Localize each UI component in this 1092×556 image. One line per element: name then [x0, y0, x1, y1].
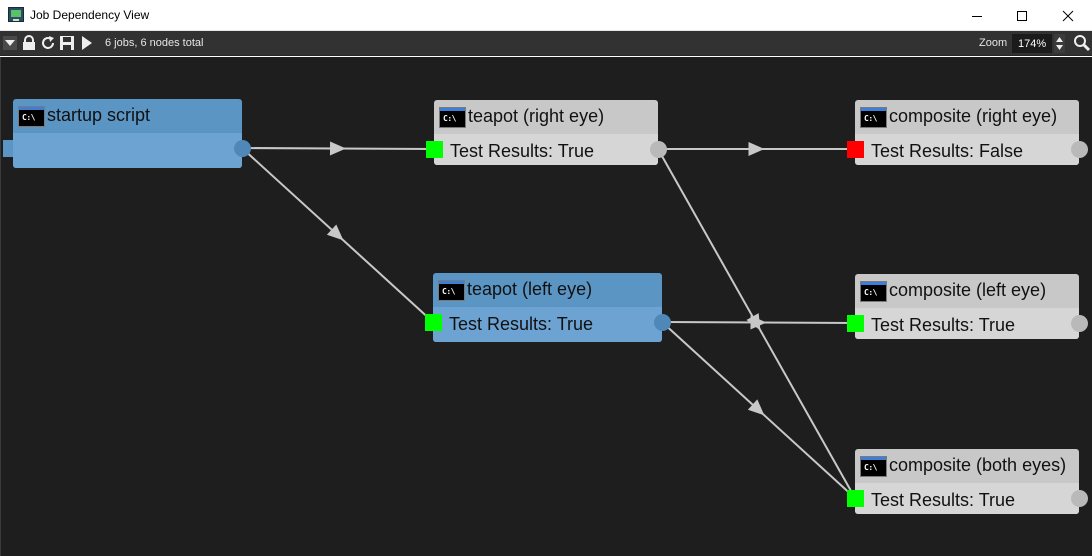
test-results-label: Test Results: True: [871, 490, 1016, 510]
spinner-arrows-icon: [1054, 34, 1065, 53]
lock-icon: [23, 35, 35, 50]
output-port[interactable]: [1071, 490, 1088, 507]
node-header[interactable]: C:\ teapot (left eye): [433, 273, 662, 307]
test-results-label: Test Results: False: [871, 141, 1024, 161]
command-prompt-icon: C:\: [860, 456, 887, 477]
lock-button[interactable]: [20, 34, 38, 52]
job-node-comp-both[interactable]: C:\ composite (both eyes) Test Results: Tr…: [847, 449, 1088, 514]
input-port[interactable]: [3, 140, 13, 157]
test-status-indicator[interactable]: [847, 141, 864, 158]
job-node-startup[interactable]: C:\ startup script: [3, 99, 251, 168]
zoom-search-button[interactable]: [1073, 34, 1091, 52]
job-node-comp-right[interactable]: C:\ composite (right eye) Test Results: Fa…: [847, 100, 1088, 165]
monitor-icon: [8, 7, 24, 22]
zoom-input[interactable]: 174%: [1012, 34, 1052, 53]
zoom-spinner[interactable]: [1054, 34, 1065, 53]
node-body: Test Results: True: [847, 483, 1088, 514]
menu-button[interactable]: [1, 34, 19, 52]
dropdown-triangle-icon: [3, 36, 17, 50]
test-status-indicator[interactable]: [425, 314, 442, 331]
test-results-label: Test Results: True: [450, 141, 595, 161]
output-port[interactable]: [654, 314, 671, 331]
command-prompt-icon: C:\: [18, 106, 45, 127]
close-button[interactable]: [1045, 0, 1091, 31]
command-prompt-icon: C:\: [438, 280, 465, 301]
node-body: Test Results: True: [847, 308, 1088, 339]
command-prompt-icon: C:\: [860, 107, 887, 128]
node-body: Test Results: False: [847, 134, 1088, 165]
zoom-label: Zoom: [979, 37, 1008, 49]
maximize-button[interactable]: [999, 0, 1045, 31]
node-body: [3, 133, 251, 168]
test-results-label: Test Results: True: [449, 314, 594, 334]
minimize-icon: [972, 15, 982, 17]
node-header[interactable]: C:\ startup script: [13, 99, 242, 133]
job-node-teapot-right[interactable]: C:\ teapot (right eye) Test Results: True: [426, 100, 667, 165]
command-prompt-icon: C:\: [439, 107, 466, 128]
window-title: Job Dependency View: [30, 8, 150, 22]
command-prompt-icon: C:\: [860, 281, 887, 302]
node-header[interactable]: C:\ composite (both eyes): [855, 449, 1079, 483]
job-node-comp-left[interactable]: C:\ composite (left eye) Test Results: Tru…: [847, 274, 1088, 339]
node-title: teapot (right eye): [468, 106, 605, 126]
minimize-button[interactable]: [954, 0, 1000, 31]
edge-arrow-icon: [329, 141, 346, 156]
maximize-icon: [1017, 10, 1027, 21]
test-status-indicator[interactable]: [426, 141, 443, 158]
node-title: composite (right eye): [889, 106, 1058, 126]
title-bar: Job Dependency View: [0, 0, 1092, 31]
node-title: composite (both eyes): [889, 455, 1067, 475]
refresh-icon: [42, 36, 54, 49]
test-results-label: Test Results: True: [871, 315, 1016, 335]
magnifier-icon: [1074, 35, 1091, 52]
toolbar: 6 jobs, 6 nodes total Zoom 174%: [0, 31, 1092, 56]
node-header[interactable]: C:\ composite (left eye): [855, 274, 1079, 308]
node-body: Test Results: True: [425, 307, 671, 342]
node-body: Test Results: True: [426, 134, 667, 165]
test-status-indicator[interactable]: [847, 490, 864, 507]
test-status-indicator[interactable]: [847, 315, 864, 332]
edge-arrow-icon: [748, 142, 765, 156]
output-port[interactable]: [1071, 141, 1088, 158]
refresh-button[interactable]: [39, 34, 57, 52]
play-button[interactable]: [77, 34, 95, 52]
dependency-graph-canvas[interactable]: C:\ startup script C:\ teapot (right eye) Te…: [0, 57, 1092, 556]
play-icon: [82, 36, 92, 50]
node-header[interactable]: C:\ composite (right eye): [855, 100, 1079, 134]
job-node-teapot-left[interactable]: C:\ teapot (left eye) Test Results: True: [425, 273, 671, 342]
close-icon: [1062, 10, 1074, 21]
node-title: startup script: [47, 105, 151, 125]
output-port[interactable]: [1071, 315, 1088, 332]
node-header[interactable]: C:\ teapot (right eye): [434, 100, 658, 134]
output-port[interactable]: [234, 140, 251, 157]
node-title: teapot (left eye): [467, 279, 593, 299]
job-count-status: 6 jobs, 6 nodes total: [105, 37, 204, 49]
save-icon: [60, 36, 74, 50]
save-button[interactable]: [58, 34, 76, 52]
node-title: composite (left eye): [889, 280, 1047, 300]
output-port[interactable]: [650, 141, 667, 158]
